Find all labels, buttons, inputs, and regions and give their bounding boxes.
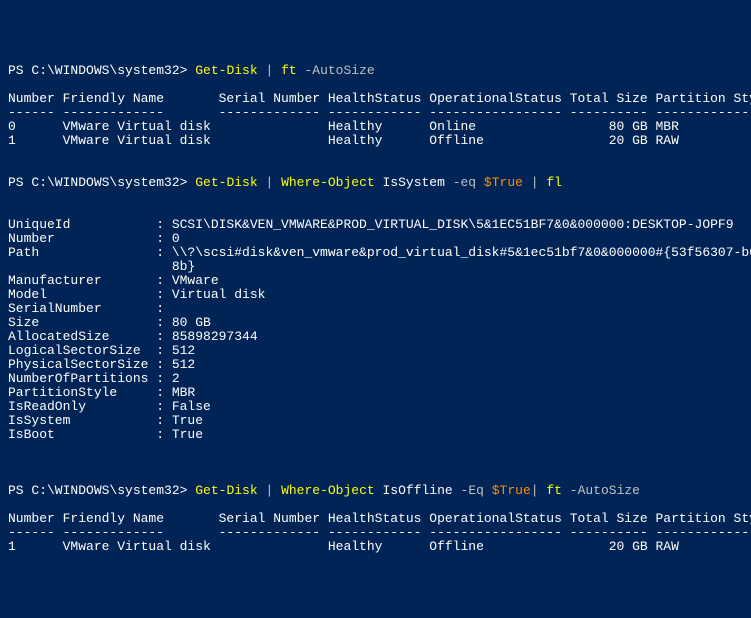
detail-line: AllocatedSize : 85898297344 — [8, 329, 258, 344]
pipe: | — [531, 483, 547, 498]
operator: -eq — [453, 175, 484, 190]
prompt: PS C:\WINDOWS\system32> — [8, 175, 195, 190]
command-line-3[interactable]: PS C:\WINDOWS\system32> Get-Disk | Where… — [8, 483, 640, 498]
detail-line: IsReadOnly : False — [8, 399, 211, 414]
detail-line: Model : Virtual disk — [8, 287, 265, 302]
cmdlet: fl — [546, 175, 562, 190]
cmdlet: Where-Object — [281, 483, 375, 498]
table-header: Number Friendly Name Serial Number Healt… — [8, 511, 751, 526]
detail-line: PhysicalSectorSize : 512 — [8, 357, 195, 372]
pipe: | — [258, 483, 281, 498]
detail-line: Size : 80 GB — [8, 315, 211, 330]
param: -AutoSize — [297, 63, 375, 78]
detail-line: PartitionStyle : MBR — [8, 385, 195, 400]
cmdlet: Get-Disk — [195, 175, 257, 190]
command-line-2[interactable]: PS C:\WINDOWS\system32> Get-Disk | Where… — [8, 175, 562, 190]
detail-line: 8b} — [8, 259, 195, 274]
variable: $True — [484, 175, 523, 190]
command-line-1[interactable]: PS C:\WINDOWS\system32> Get-Disk | ft -A… — [8, 63, 375, 78]
pipe: | — [523, 175, 546, 190]
detail-line: SerialNumber : — [8, 301, 164, 316]
pipe: | — [258, 63, 281, 78]
table-row: 0 VMware Virtual disk Healthy Online 80 … — [8, 119, 679, 134]
table-header: Number Friendly Name Serial Number Healt… — [8, 91, 751, 106]
table-row: 1 VMware Virtual disk Healthy Offline 20… — [8, 133, 679, 148]
cmdlet: Get-Disk — [195, 63, 257, 78]
detail-line: LogicalSectorSize : 512 — [8, 343, 195, 358]
operator: -Eq — [461, 483, 492, 498]
variable: $True — [492, 483, 531, 498]
cmdlet: ft — [546, 483, 562, 498]
detail-line: NumberOfPartitions : 2 — [8, 371, 180, 386]
table-separator: ------ ------------- ------------- -----… — [8, 525, 751, 540]
detail-line: Number : 0 — [8, 231, 180, 246]
detail-line: UniqueId : SCSI\DISK&VEN_VMWARE&PROD_VIR… — [8, 217, 734, 232]
cmdlet: Get-Disk — [195, 483, 257, 498]
cmdlet: ft — [281, 63, 297, 78]
pipe: | — [258, 175, 281, 190]
param: -AutoSize — [562, 483, 640, 498]
cmdlet: Where-Object — [281, 175, 375, 190]
detail-line: Path : \\?\scsi#disk&ven_vmware&prod_vir… — [8, 245, 751, 260]
table-row: 1 VMware Virtual disk Healthy Offline 20… — [8, 539, 679, 554]
arg: IsSystem — [375, 175, 453, 190]
table-separator: ------ ------------- ------------- -----… — [8, 105, 751, 120]
detail-line: Manufacturer : VMware — [8, 273, 219, 288]
prompt: PS C:\WINDOWS\system32> — [8, 63, 195, 78]
prompt: PS C:\WINDOWS\system32> — [8, 483, 195, 498]
detail-line: IsSystem : True — [8, 413, 203, 428]
detail-line: IsBoot : True — [8, 427, 203, 442]
arg: IsOffline — [375, 483, 461, 498]
